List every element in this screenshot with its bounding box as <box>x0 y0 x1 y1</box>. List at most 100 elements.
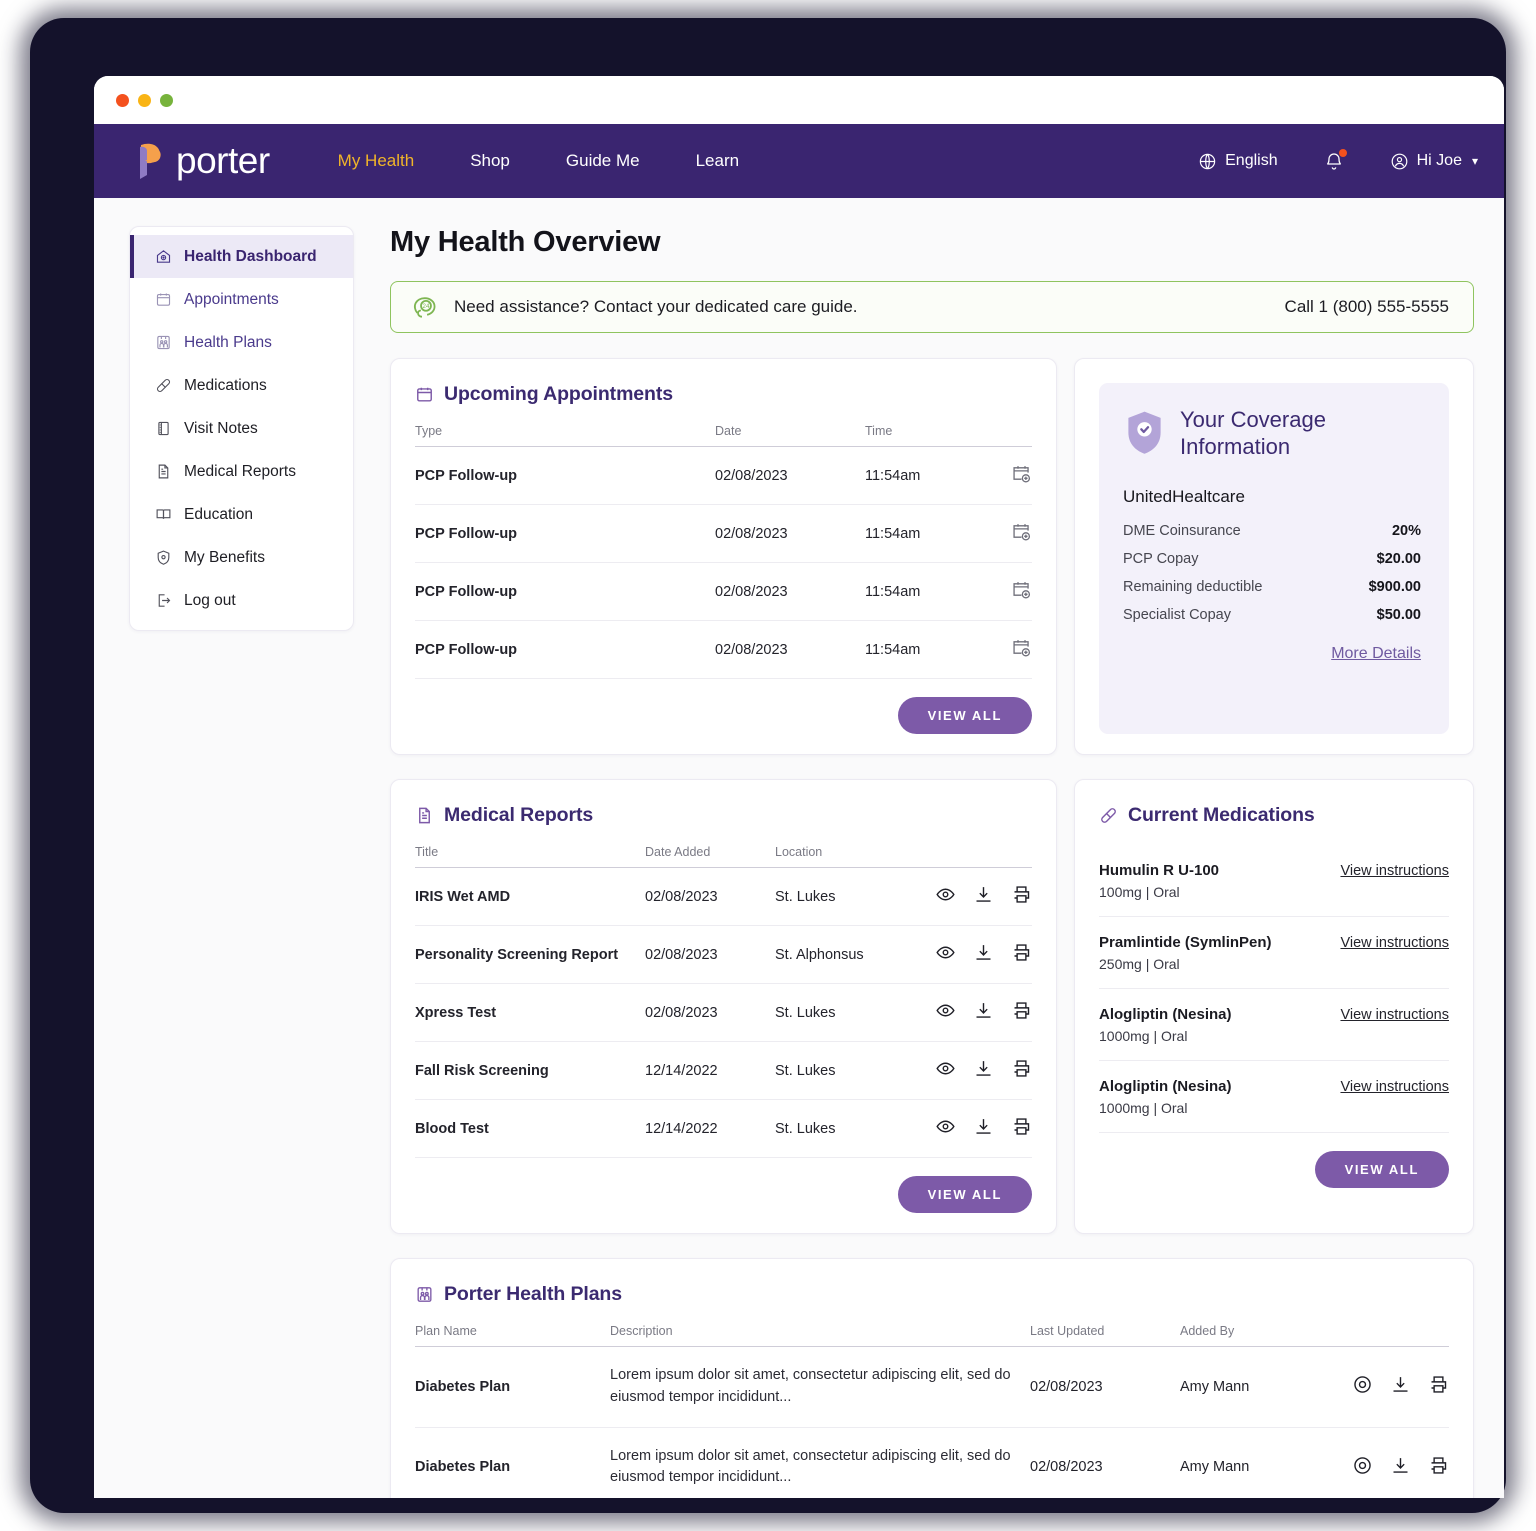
card-header: Current Medications <box>1099 804 1449 827</box>
print-report-button[interactable] <box>1011 1058 1032 1083</box>
report-date: 12/14/2022 <box>645 1041 775 1100</box>
appointment-type: PCP Follow-up <box>415 562 715 621</box>
view-report-button[interactable] <box>935 1116 956 1141</box>
table-row: PCP Follow-up 02/08/2023 11:54am <box>415 504 1032 563</box>
sidebar-item-log-out[interactable]: Log out <box>130 579 353 622</box>
view-instructions-link[interactable]: View instructions <box>1340 934 1449 951</box>
column-location: Location <box>775 845 902 868</box>
view-report-button[interactable] <box>935 1058 956 1083</box>
coverage-label: PCP Copay <box>1123 550 1199 567</box>
download-icon <box>976 1119 991 1134</box>
eye-icon <box>936 888 955 901</box>
column-type: Type <box>415 424 715 447</box>
table-row: Diabetes Plan Lorem ipsum dolor sit amet… <box>415 1427 1449 1498</box>
download-report-button[interactable] <box>973 884 994 909</box>
top-navigation-bar: porter My Health Shop Guide Me Learn Eng… <box>94 124 1504 198</box>
sidebar-item-health-plans[interactable]: Health Plans <box>130 321 353 364</box>
view-plan-button[interactable] <box>1352 1455 1373 1480</box>
language-selector[interactable]: English <box>1198 152 1278 171</box>
minimize-window-button[interactable] <box>138 93 151 107</box>
view-report-button[interactable] <box>935 884 956 909</box>
add-to-calendar-button[interactable] <box>1011 463 1032 488</box>
eye-icon <box>1354 1376 1371 1393</box>
print-plan-button[interactable] <box>1428 1455 1449 1480</box>
close-window-button[interactable] <box>116 93 129 107</box>
view-report-button[interactable] <box>935 942 956 967</box>
download-plan-button[interactable] <box>1390 1455 1411 1480</box>
sidebar-item-my-benefits[interactable]: My Benefits <box>130 536 353 579</box>
nav-link-learn[interactable]: Learn <box>696 151 739 171</box>
view-instructions-link[interactable]: View instructions <box>1340 1078 1449 1095</box>
sidebar-item-appointments[interactable]: Appointments <box>130 278 353 321</box>
download-report-button[interactable] <box>973 942 994 967</box>
shield-icon <box>157 550 170 565</box>
plan-added-by: Amy Mann <box>1180 1427 1330 1498</box>
calendar-add-icon <box>1013 524 1031 541</box>
nav-link-my-health[interactable]: My Health <box>338 151 415 171</box>
print-report-button[interactable] <box>1011 1116 1032 1141</box>
add-to-calendar-button[interactable] <box>1011 579 1032 604</box>
download-plan-button[interactable] <box>1390 1374 1411 1399</box>
calendar-icon <box>156 293 171 306</box>
view-plan-button[interactable] <box>1352 1374 1373 1399</box>
view-instructions-link[interactable]: View instructions <box>1340 1006 1449 1023</box>
printer-icon <box>1014 1002 1030 1019</box>
nav-link-guide-me[interactable]: Guide Me <box>566 151 640 171</box>
printer-icon <box>1014 944 1030 961</box>
download-report-button[interactable] <box>973 1058 994 1083</box>
card-title: Medical Reports <box>444 804 594 826</box>
coverage-footer: More Details <box>1123 645 1421 663</box>
sidebar-label: My Benefits <box>184 548 265 566</box>
notifications-button[interactable] <box>1324 148 1347 172</box>
sidebar-item-health-dashboard[interactable]: Health Dashboard <box>130 235 353 278</box>
sidebar-item-medical-reports[interactable]: Medical Reports <box>130 450 353 493</box>
coverage-label: Specialist Copay <box>1123 606 1231 623</box>
plan-name: Diabetes Plan <box>415 1427 610 1498</box>
care-banner-phone[interactable]: Call 1 (800) 555-5555 <box>1285 297 1449 317</box>
medical-reports-view-all-button[interactable]: VIEW ALL <box>897 1176 1032 1213</box>
sidebar-item-visit-notes[interactable]: Visit Notes <box>130 407 353 450</box>
pill-icon <box>156 378 171 393</box>
medication-dose: 250mg | Oral <box>1099 956 1180 972</box>
nav-links: My Health Shop Guide Me Learn <box>338 151 739 171</box>
nav-link-shop[interactable]: Shop <box>470 151 510 171</box>
appointments-table: Type Date Time PCP Follow-up 02/08/2023 … <box>415 424 1032 679</box>
appointment-time: 11:54am <box>865 446 982 505</box>
download-report-button[interactable] <box>973 1000 994 1025</box>
sidebar-item-education[interactable]: Education <box>130 493 353 536</box>
card-header: Medical Reports <box>415 804 1032 827</box>
user-menu[interactable]: Hi Joe ▾ <box>1390 152 1478 171</box>
maximize-window-button[interactable] <box>160 93 173 107</box>
report-date: 02/08/2023 <box>645 867 775 926</box>
table-row: Blood Test 12/14/2022 St. Lukes <box>415 1099 1032 1158</box>
print-report-button[interactable] <box>1011 884 1032 909</box>
page-body: Health Dashboard Appointments Health Pla… <box>94 198 1504 1498</box>
download-report-button[interactable] <box>973 1116 994 1141</box>
coverage-title-line2: Information <box>1180 433 1291 459</box>
add-to-calendar-button[interactable] <box>1011 521 1032 546</box>
print-report-button[interactable] <box>1011 942 1032 967</box>
download-icon <box>1393 1377 1408 1393</box>
more-details-link[interactable]: More Details <box>1331 645 1421 662</box>
medications-view-all-button[interactable]: VIEW ALL <box>1314 1151 1449 1188</box>
medications-footer: VIEW ALL <box>1099 1133 1449 1188</box>
sidebar-item-medications[interactable]: Medications <box>130 364 353 407</box>
download-icon <box>1393 1457 1408 1473</box>
porter-logo[interactable]: porter <box>132 139 270 183</box>
nav-right-cluster: English Hi Joe ▾ <box>1198 148 1478 172</box>
phone-24-icon: 24 <box>413 296 436 318</box>
medication-info: Humulin R U-100 100mg | Oral <box>1099 862 1219 900</box>
user-avatar-icon <box>1391 153 1407 169</box>
add-to-calendar-button[interactable] <box>1011 637 1032 662</box>
print-plan-button[interactable] <box>1428 1374 1449 1399</box>
view-instructions-link[interactable]: View instructions <box>1340 862 1449 879</box>
svg-text:24: 24 <box>423 302 430 309</box>
coverage-value: $50.00 <box>1376 606 1421 623</box>
print-report-button[interactable] <box>1011 1000 1032 1025</box>
notification-badge <box>1338 148 1347 157</box>
view-report-button[interactable] <box>935 1000 956 1025</box>
report-date: 12/14/2022 <box>645 1099 775 1158</box>
column-title: Title <box>415 845 645 868</box>
coverage-label: Remaining deductible <box>1123 578 1263 595</box>
appointments-view-all-button[interactable]: VIEW ALL <box>897 697 1032 734</box>
